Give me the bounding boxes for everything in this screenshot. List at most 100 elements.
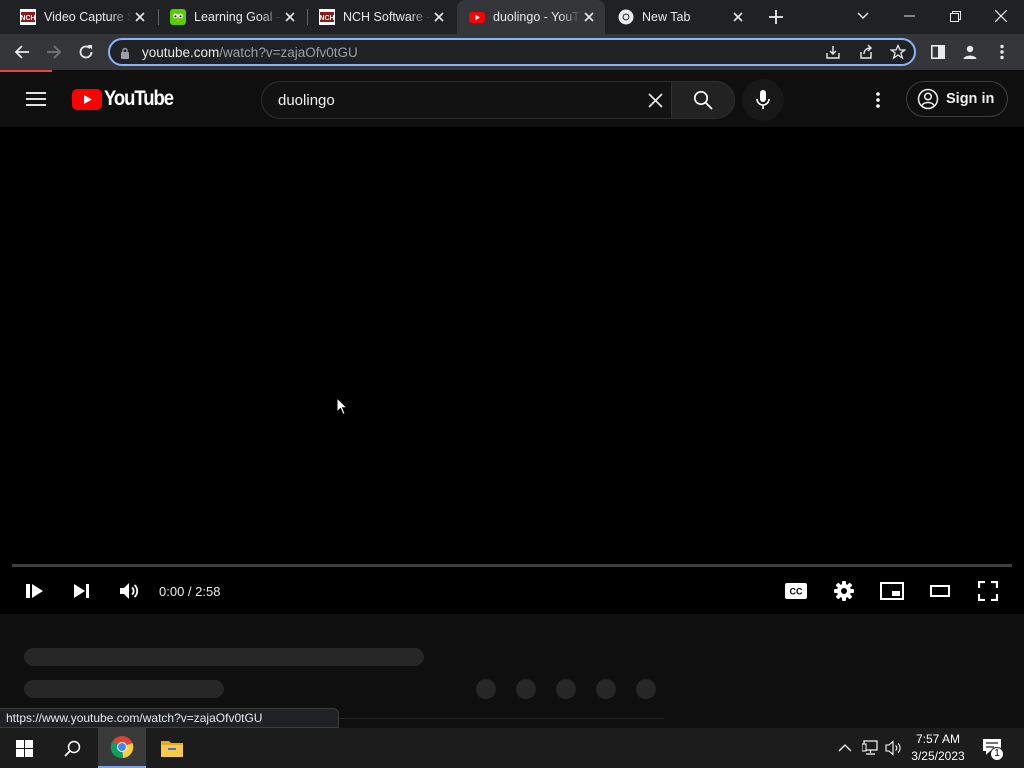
reload-button[interactable] xyxy=(72,38,100,66)
svg-text:CC: CC xyxy=(790,587,803,597)
sign-in-label: Sign in xyxy=(946,91,995,107)
player-settings-button[interactable] xyxy=(824,574,864,608)
search-input-value: duolingo xyxy=(278,92,335,109)
search-input[interactable]: duolingo xyxy=(261,81,671,119)
play-pause-icon xyxy=(26,584,43,598)
account-icon xyxy=(917,88,939,110)
volume-icon[interactable] xyxy=(885,740,903,761)
lock-icon xyxy=(120,46,130,64)
sign-in-button[interactable]: Sign in xyxy=(906,81,1008,117)
show-hidden-icons-chevron-icon[interactable] xyxy=(838,740,852,758)
tab-video-capture[interactable]: NCH Video Capture S xyxy=(8,0,156,34)
reload-icon xyxy=(79,45,93,59)
windows-logo-icon xyxy=(15,739,33,757)
back-arrow-icon xyxy=(14,45,29,59)
mouse-cursor-icon xyxy=(336,396,349,421)
browser-toolbar: youtube.com/watch?v=zajaOfv0tGU xyxy=(0,34,1024,70)
youtube-header: YouTube duolingo Sign in xyxy=(0,72,1024,127)
side-panel-icon xyxy=(931,45,945,59)
action-placeholder xyxy=(596,679,616,699)
theater-mode-button[interactable] xyxy=(920,574,960,608)
system-clock[interactable]: 7:57 AM 3/25/2023 xyxy=(905,731,971,765)
minimize-button[interactable] xyxy=(886,0,932,32)
notification-count-badge: 1 xyxy=(990,747,1004,761)
microphone-icon xyxy=(756,90,770,109)
svg-text:NCH: NCH xyxy=(319,15,334,22)
skip-next-icon xyxy=(74,584,89,598)
share-icon[interactable] xyxy=(858,44,874,65)
tab-title: NCH Software - xyxy=(343,10,431,24)
volume-icon xyxy=(120,583,139,599)
chrome-icon xyxy=(618,9,634,25)
progress-bar[interactable] xyxy=(12,564,1012,567)
close-tab-icon[interactable] xyxy=(132,9,148,25)
tab-new-tab[interactable]: New Tab xyxy=(606,0,754,34)
forward-button[interactable] xyxy=(40,38,68,66)
volume-button[interactable] xyxy=(109,574,149,608)
back-button[interactable] xyxy=(8,38,36,66)
clock-date: 3/25/2023 xyxy=(911,749,965,763)
notification-center-button[interactable]: 1 xyxy=(978,736,1006,761)
url-domain: youtube.com xyxy=(142,45,220,60)
minimize-icon xyxy=(903,15,915,17)
chevron-down-icon xyxy=(857,12,869,19)
forward-arrow-icon xyxy=(47,45,62,59)
new-tab-button[interactable] xyxy=(762,3,790,31)
duolingo-icon xyxy=(170,9,186,25)
title-placeholder xyxy=(24,648,424,666)
close-tab-icon[interactable] xyxy=(282,9,298,25)
clock-time: 7:57 AM xyxy=(915,732,961,746)
video-info-skeleton: https://www.youtube.com/watch?v=zajaOfv0… xyxy=(0,614,1024,728)
settings-menu-button[interactable] xyxy=(862,86,894,114)
tab-nch-software[interactable]: NCH NCH Software - xyxy=(307,0,455,34)
close-tab-icon[interactable] xyxy=(730,9,746,25)
youtube-logo[interactable]: YouTube xyxy=(72,87,182,111)
miniplayer-icon xyxy=(880,582,904,600)
gear-icon xyxy=(834,581,854,601)
close-tab-icon[interactable] xyxy=(431,9,447,25)
profile-button[interactable] xyxy=(956,38,984,66)
miniplayer-button[interactable] xyxy=(872,574,912,608)
closed-captions-icon: CC xyxy=(785,583,807,599)
captions-button[interactable]: CC xyxy=(776,574,816,608)
search-icon xyxy=(693,90,713,110)
tab-duolingo-youtube[interactable]: duolingo - YouT xyxy=(457,0,605,34)
taskbar-search-button[interactable] xyxy=(48,728,96,768)
tab-title: Learning Goal - xyxy=(194,10,281,24)
video-player[interactable]: 0:00 / 2:58 CC xyxy=(0,127,1024,614)
close-tab-icon[interactable] xyxy=(581,9,597,25)
guide-menu-button[interactable] xyxy=(20,85,52,113)
taskbar-file-explorer[interactable] xyxy=(148,728,196,768)
bookmark-star-icon[interactable] xyxy=(889,43,907,65)
close-icon xyxy=(995,10,1007,22)
voice-search-button[interactable] xyxy=(742,79,784,121)
network-icon[interactable] xyxy=(861,740,880,761)
hamburger-icon xyxy=(26,92,46,106)
clear-search-icon[interactable] xyxy=(648,93,663,113)
action-placeholder xyxy=(516,679,536,699)
fullscreen-icon xyxy=(978,581,998,601)
taskbar-chrome[interactable] xyxy=(98,728,146,768)
play-pause-button[interactable] xyxy=(15,574,55,608)
youtube-icon xyxy=(469,9,485,25)
install-app-icon[interactable] xyxy=(825,44,841,65)
fullscreen-button[interactable] xyxy=(968,574,1008,608)
channel-placeholder xyxy=(24,680,224,698)
address-bar[interactable]: youtube.com/watch?v=zajaOfv0tGU xyxy=(108,38,916,66)
tab-learning-goal[interactable]: Learning Goal - xyxy=(158,0,306,34)
time-display: 0:00 / 2:58 xyxy=(159,584,221,599)
tab-search-button[interactable] xyxy=(840,0,886,32)
action-placeholder xyxy=(556,679,576,699)
start-button[interactable] xyxy=(0,728,48,768)
next-video-button[interactable] xyxy=(62,574,102,608)
close-window-button[interactable] xyxy=(978,0,1024,32)
tab-title: duolingo - YouT xyxy=(493,10,580,24)
url-path: /watch?v=zajaOfv0tGU xyxy=(219,45,358,60)
profile-icon xyxy=(963,45,977,59)
chrome-menu-button[interactable] xyxy=(988,38,1016,66)
side-panel-button[interactable] xyxy=(924,38,952,66)
search-button[interactable] xyxy=(671,81,735,119)
youtube-logo-text: YouTube xyxy=(104,87,174,110)
chrome-icon xyxy=(110,736,134,759)
restore-button[interactable] xyxy=(932,0,978,32)
